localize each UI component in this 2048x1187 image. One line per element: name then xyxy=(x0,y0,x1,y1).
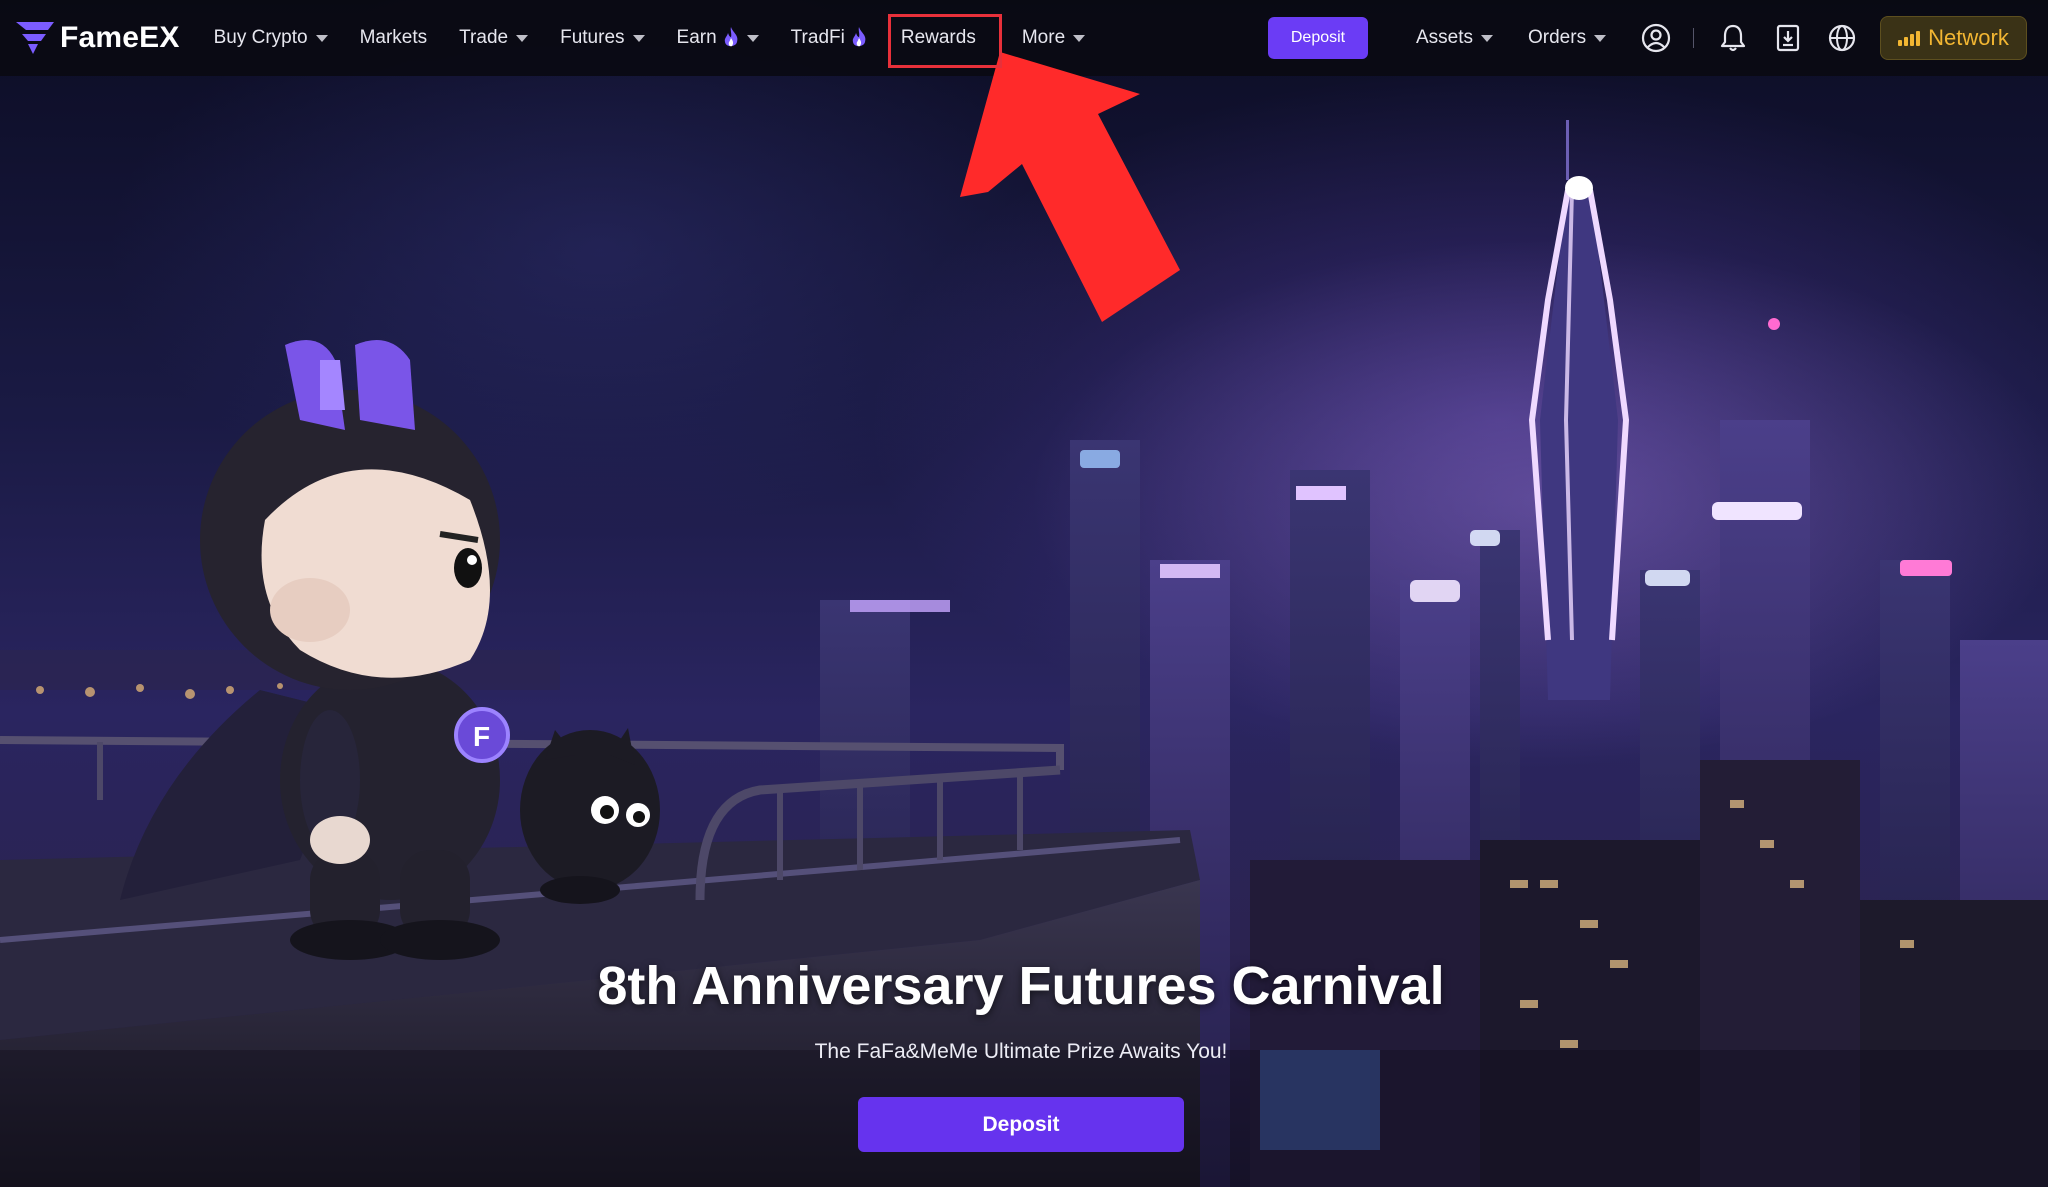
deposit-button[interactable]: Deposit xyxy=(1268,17,1368,59)
user-account-button[interactable] xyxy=(1640,22,1672,54)
nav-item-trade[interactable]: Trade xyxy=(459,0,529,76)
nav-item-markets[interactable]: Markets xyxy=(360,0,428,76)
chevron-down-icon xyxy=(1481,34,1494,42)
rewards-highlight-box xyxy=(888,14,1002,68)
network-status-button[interactable]: Network xyxy=(1880,16,2027,60)
nav-item-orders[interactable]: Orders xyxy=(1528,0,1607,76)
chevron-down-icon xyxy=(746,34,759,42)
chevron-down-icon xyxy=(1073,34,1086,42)
download-icon xyxy=(1776,24,1800,52)
download-app-button[interactable] xyxy=(1772,22,1804,54)
chevron-down-icon xyxy=(632,34,645,42)
nav-item-buy-crypto[interactable]: Buy Crypto xyxy=(214,0,328,76)
nav-item-label: Markets xyxy=(359,27,428,48)
nav-item-earn[interactable]: Earn xyxy=(677,0,759,76)
hero-deposit-button[interactable]: Deposit xyxy=(858,1097,1184,1152)
user-icon xyxy=(1641,23,1671,53)
chevron-down-icon xyxy=(516,34,529,42)
hero-subtitle: The FaFa&MeMe Ultimate Prize Awaits You! xyxy=(814,1040,1228,1063)
nav-item-label: Futures xyxy=(560,27,625,48)
nav-item-label: Trade xyxy=(459,27,509,48)
nav-item-label: Earn xyxy=(676,27,717,48)
brand-name: FameEX xyxy=(60,21,180,54)
navbar-divider xyxy=(1693,28,1694,48)
nav-item-label: TradFi xyxy=(790,27,845,48)
nav-item-label: Buy Crypto xyxy=(213,27,308,48)
language-button[interactable] xyxy=(1826,22,1858,54)
nav-item-label: Assets xyxy=(1416,27,1474,48)
svg-text:F: F xyxy=(473,721,490,752)
chevron-down-icon xyxy=(1594,34,1607,42)
page: F FameEX Buy Crypto Markets Trade Future… xyxy=(0,0,2048,1187)
fire-icon xyxy=(852,27,866,47)
bell-icon xyxy=(1720,24,1746,52)
nav-item-assets[interactable]: Assets xyxy=(1416,0,1494,76)
signal-icon xyxy=(1898,30,1922,46)
brand-logo[interactable]: FameEX xyxy=(16,21,180,55)
hero-title: 8th Anniversary Futures Carnival xyxy=(597,956,1445,1016)
chevron-down-icon xyxy=(315,34,328,42)
network-label: Network xyxy=(1928,25,2009,50)
globe-icon xyxy=(1828,24,1856,52)
nav-item-tradfi[interactable]: TradFi xyxy=(791,0,867,76)
notifications-button[interactable] xyxy=(1717,22,1749,54)
nav-item-label: More xyxy=(1021,27,1066,48)
red-arrow-annotation xyxy=(960,52,1180,322)
fameex-logo-icon xyxy=(16,22,54,54)
nav-item-label: Orders xyxy=(1528,27,1587,48)
fire-icon xyxy=(724,27,738,47)
nav-item-futures[interactable]: Futures xyxy=(560,0,645,76)
